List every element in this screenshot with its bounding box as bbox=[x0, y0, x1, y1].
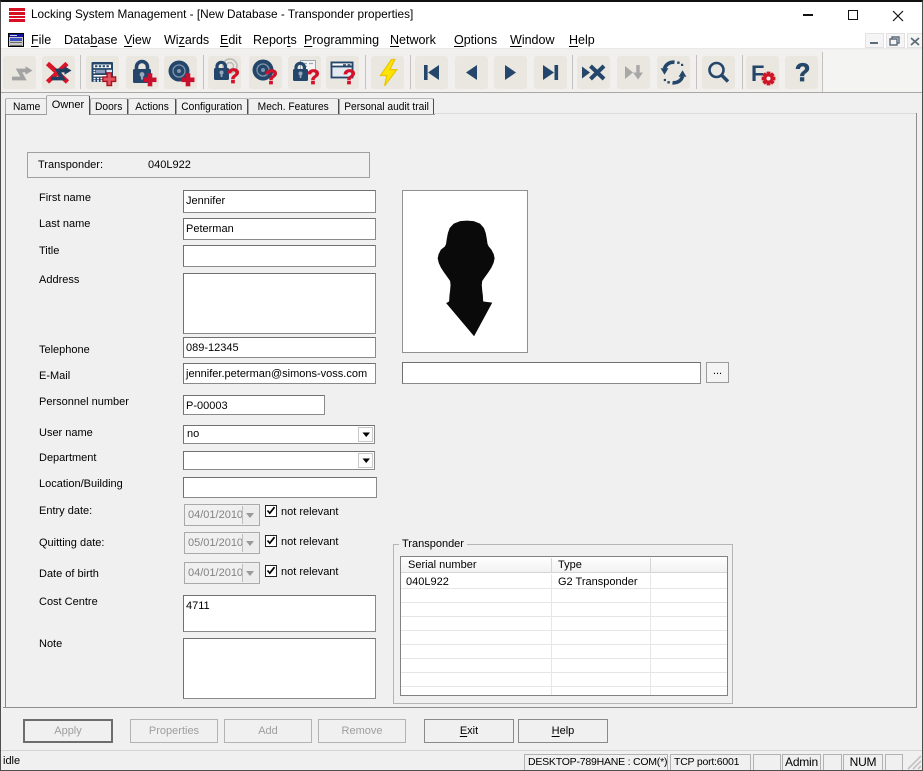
svg-text:?: ? bbox=[227, 65, 240, 88]
svg-text:F: F bbox=[751, 61, 764, 86]
svg-text:?: ? bbox=[307, 66, 320, 89]
svg-text:?: ? bbox=[265, 66, 278, 89]
svg-text:?: ? bbox=[343, 66, 356, 89]
svg-text:?: ? bbox=[795, 59, 810, 87]
